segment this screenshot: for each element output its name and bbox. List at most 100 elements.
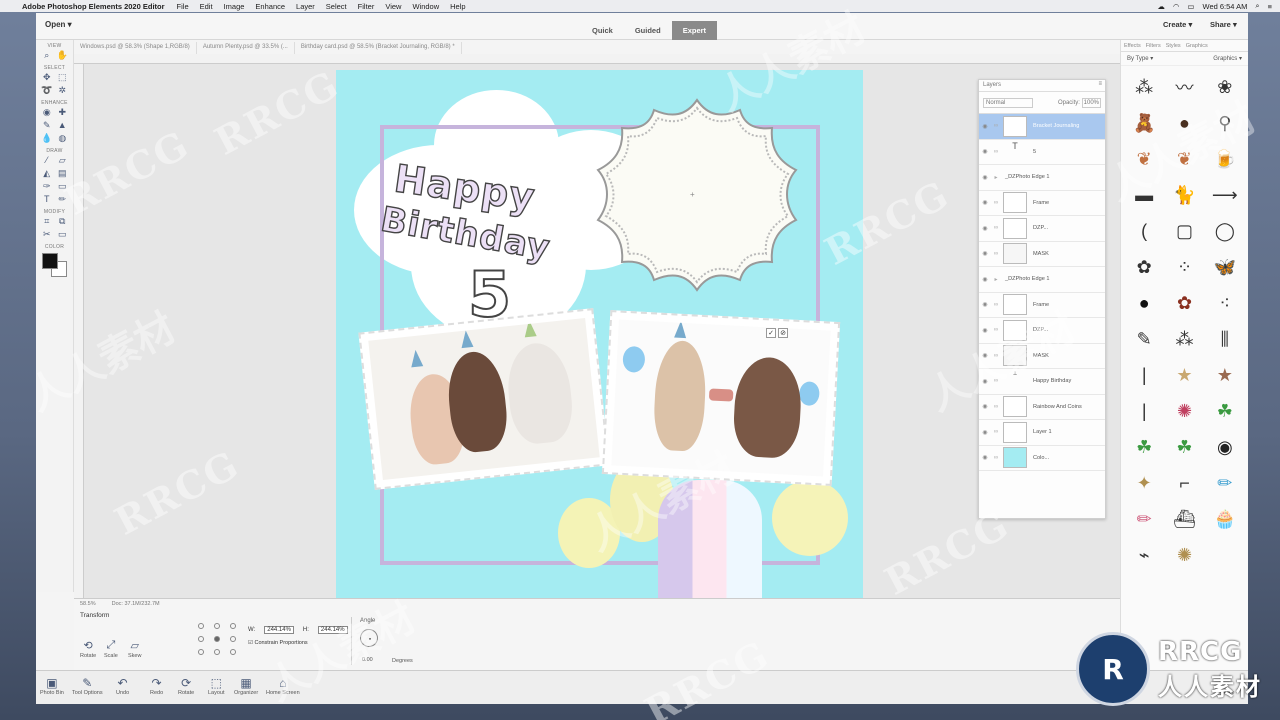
- graphic-item[interactable]: 🦋: [1207, 251, 1243, 283]
- bracket-journaling-shape[interactable]: +: [594, 94, 800, 306]
- graphic-item[interactable]: |: [1126, 359, 1162, 391]
- menu-help[interactable]: Help: [450, 2, 465, 11]
- opacity-input[interactable]: 100%: [1081, 97, 1101, 108]
- graphic-item[interactable]: ✎: [1126, 323, 1162, 355]
- layer-row[interactable]: ◉ ∞ MASK: [979, 344, 1105, 369]
- graphic-item[interactable]: ⁂: [1166, 323, 1202, 355]
- graphic-item[interactable]: |: [1126, 395, 1162, 427]
- graphic-item[interactable]: (: [1126, 215, 1162, 247]
- graphic-item[interactable]: ⁂: [1126, 71, 1162, 103]
- menu-edit[interactable]: Edit: [200, 2, 213, 11]
- magic-wand-icon[interactable]: ✲: [56, 85, 69, 96]
- graphic-item[interactable]: 🧁: [1207, 503, 1243, 535]
- skew-mode-button[interactable]: ▱ Skew: [128, 639, 141, 659]
- create-button[interactable]: Create ▾: [1163, 20, 1192, 29]
- menu-window[interactable]: Window: [412, 2, 439, 11]
- graphic-item[interactable]: 🐈: [1166, 179, 1202, 211]
- paint-bucket-icon[interactable]: ◭: [40, 168, 53, 179]
- eye-tool-icon[interactable]: ◉: [40, 107, 53, 118]
- smart-brush-icon[interactable]: ✎: [40, 120, 53, 131]
- ref-point[interactable]: [230, 636, 236, 642]
- doc-tab[interactable]: Windows.psd @ 58.3% (Shape 1,RGB/8): [74, 42, 197, 54]
- layer-row[interactable]: ◉ ∞ DZP...: [979, 318, 1105, 344]
- constrain-proportions-checkbox[interactable]: ☑ Constrain Proportions: [248, 640, 308, 646]
- doc-tab-active[interactable]: Birthday card.psd @ 58.5% (Bracket Journ…: [295, 42, 462, 54]
- layer-row[interactable]: ◉ ∞ Frame: [979, 293, 1105, 318]
- recompose-icon[interactable]: ⧉: [56, 216, 69, 227]
- eraser-icon[interactable]: ▱: [56, 155, 69, 166]
- graphic-item[interactable]: ●: [1126, 287, 1162, 319]
- rotate-button[interactable]: ⟳ Rotate: [178, 676, 194, 696]
- graphic-item[interactable]: ✿: [1126, 251, 1162, 283]
- wifi-icon[interactable]: ◠: [1173, 2, 1180, 11]
- content-move-icon[interactable]: ▭: [56, 229, 69, 240]
- clock[interactable]: Wed 6:54 AM: [1203, 2, 1248, 11]
- shape-icon[interactable]: ▭: [56, 181, 69, 192]
- eye-icon[interactable]: ◉: [979, 174, 991, 181]
- blur-icon[interactable]: 💧: [40, 133, 53, 144]
- layer-row[interactable]: ◉ ∞ Rainbow And Coins: [979, 395, 1105, 420]
- link-icon[interactable]: ∞: [991, 455, 1001, 461]
- pencil-icon[interactable]: ✏: [56, 194, 69, 205]
- layer-row[interactable]: ◉ ∞ DZP...: [979, 216, 1105, 242]
- ref-point[interactable]: [198, 636, 204, 642]
- eye-icon[interactable]: ◉: [979, 123, 991, 130]
- graphic-item[interactable]: ▬: [1126, 179, 1162, 211]
- hand-icon[interactable]: ✋: [56, 50, 69, 61]
- width-input[interactable]: 244.14%: [264, 626, 294, 634]
- photo-mother-daughter[interactable]: [601, 310, 841, 486]
- menu-layer[interactable]: Layer: [296, 2, 315, 11]
- tab-graphics[interactable]: Graphics: [1186, 43, 1208, 49]
- link-icon[interactable]: ∞: [991, 378, 1001, 384]
- eye-icon[interactable]: ◉: [979, 429, 991, 436]
- ref-point[interactable]: [214, 623, 220, 629]
- photo-grandma-family[interactable]: [358, 308, 610, 490]
- graphic-item[interactable]: ⟶: [1207, 179, 1243, 211]
- angle-dial[interactable]: [360, 629, 378, 647]
- type-icon[interactable]: T: [40, 194, 53, 205]
- filter-by-select[interactable]: By Type ▾: [1127, 55, 1153, 62]
- folder-icon[interactable]: ▸: [991, 276, 1001, 283]
- layer-row[interactable]: ◉ ∞ Bracket Journaling: [979, 114, 1105, 140]
- link-icon[interactable]: ∞: [991, 353, 1001, 359]
- graphic-item[interactable]: ⁘: [1166, 251, 1202, 283]
- layout-button[interactable]: ⬚ Layout: [208, 676, 225, 696]
- graphic-item[interactable]: ✏: [1126, 503, 1162, 535]
- graphic-item[interactable]: ◯: [1207, 215, 1243, 247]
- healing-icon[interactable]: ✚: [56, 107, 69, 118]
- graphic-item[interactable]: ◉: [1207, 431, 1243, 463]
- color-swatches[interactable]: [42, 253, 70, 278]
- graphic-item[interactable]: ▢: [1166, 215, 1202, 247]
- menu-file[interactable]: File: [177, 2, 189, 11]
- canvas-area[interactable]: Happy Birthday 5 + ✓ ⊘: [74, 54, 1120, 608]
- link-icon[interactable]: ∞: [991, 404, 1001, 410]
- graphic-item[interactable]: ⁖: [1207, 287, 1243, 319]
- gradient-icon[interactable]: ▤: [56, 168, 69, 179]
- ref-point[interactable]: [230, 623, 236, 629]
- zoom-level[interactable]: 58.5%: [80, 601, 96, 607]
- layer-row[interactable]: ◉ ∞ Layer 1: [979, 420, 1105, 446]
- link-icon[interactable]: ∞: [991, 200, 1001, 206]
- battery-icon[interactable]: ▭: [1187, 2, 1194, 11]
- eye-icon[interactable]: ◉: [979, 199, 991, 206]
- mode-quick[interactable]: Quick: [581, 21, 624, 40]
- creative-cloud-icon[interactable]: ☁: [1157, 2, 1165, 11]
- graphic-item[interactable]: ★: [1166, 359, 1202, 391]
- mode-expert[interactable]: Expert: [671, 21, 718, 40]
- graphic-item[interactable]: ❦: [1126, 143, 1162, 175]
- graphic-item[interactable]: ⫼: [1207, 323, 1243, 355]
- birthday-card-document[interactable]: Happy Birthday 5 + ✓ ⊘: [336, 70, 863, 608]
- graphic-item[interactable]: ⌁: [1126, 539, 1162, 571]
- link-icon[interactable]: ∞: [991, 429, 1001, 435]
- lasso-icon[interactable]: ➰: [40, 85, 53, 96]
- panel-menu-icon[interactable]: ≡: [1098, 81, 1102, 87]
- eye-icon[interactable]: ◉: [979, 378, 991, 385]
- graphic-item[interactable]: ✏: [1207, 467, 1243, 499]
- eye-icon[interactable]: ◉: [979, 327, 991, 334]
- undo-button[interactable]: ↶ Undo: [116, 676, 129, 696]
- graphic-item[interactable]: ❦: [1166, 143, 1202, 175]
- graphic-item[interactable]: ✦: [1126, 467, 1162, 499]
- layer-row[interactable]: ◉ ∞ ⊥ Happy Birthday: [979, 369, 1105, 395]
- category-select[interactable]: Graphics ▾: [1213, 55, 1242, 62]
- graphic-item[interactable]: ⌐: [1166, 467, 1202, 499]
